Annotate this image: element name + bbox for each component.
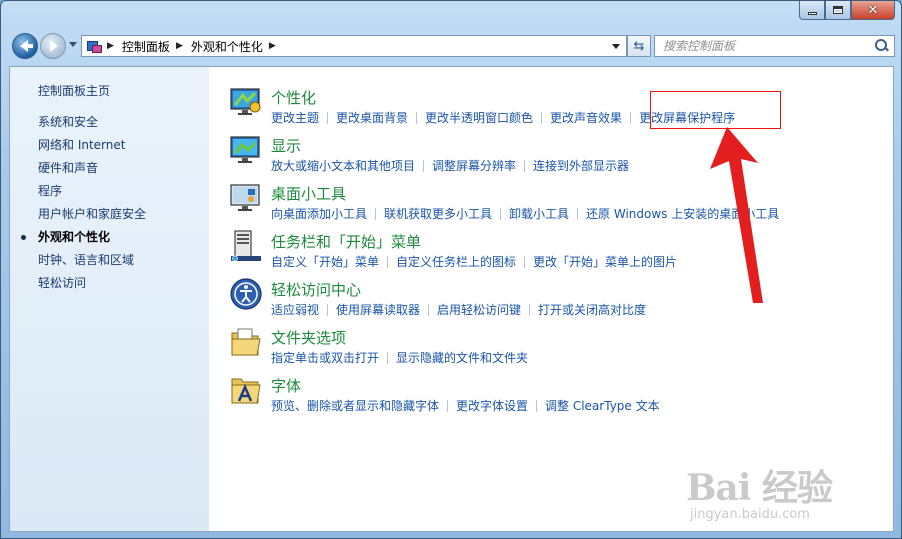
watermark-logo: Bai 经验: [686, 467, 833, 509]
control-panel-window: ✕ ▶ 控制面板 ▶ 外观和个性化 ▶ ⇆ 控制面板主页 系统和安全 网络和 I…: [0, 0, 902, 539]
baidu-jingyan-watermark: Bai 经验 jingyan.baidu.com: [686, 459, 833, 522]
